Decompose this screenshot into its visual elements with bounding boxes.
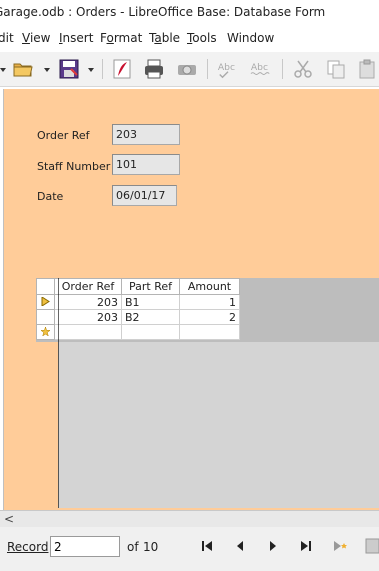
- cell-order-ref-new[interactable]: [54, 324, 122, 340]
- print-icon[interactable]: [143, 58, 165, 80]
- grid-left-margin: [36, 342, 58, 508]
- menu-window[interactable]: Window: [227, 31, 274, 45]
- toolbar-separator: [102, 59, 103, 79]
- previous-record-button[interactable]: [232, 538, 248, 554]
- column-header-part-ref[interactable]: Part Ref: [121, 278, 180, 295]
- new-dropdown-arrow-icon[interactable]: [0, 68, 6, 72]
- previous-record-icon: [237, 541, 243, 551]
- record-total: 10: [143, 540, 159, 554]
- grid-empty-area: [58, 342, 379, 508]
- grid-table: Order Ref Part Ref Amount 203 B1 1 203 B…: [36, 278, 240, 340]
- save-dropdown-arrow-icon[interactable]: [88, 68, 94, 72]
- toolbar-separator: [207, 59, 208, 79]
- staff-number-field[interactable]: [112, 154, 180, 175]
- cell-order-ref[interactable]: 203: [54, 294, 122, 310]
- record-number-input[interactable]: [50, 536, 120, 557]
- horizontal-scrollbar[interactable]: <: [0, 510, 379, 527]
- grid-header-row: Order Ref Part Ref Amount: [36, 278, 240, 295]
- grid-corner: [36, 278, 55, 295]
- cell-part-ref[interactable]: B1: [121, 294, 180, 310]
- date-field[interactable]: [112, 185, 177, 206]
- record-label: Record: [7, 540, 49, 554]
- menu-table[interactable]: Table: [149, 31, 180, 45]
- paste-icon[interactable]: [357, 58, 379, 80]
- spellcheck-icon[interactable]: Abc: [217, 58, 239, 80]
- menu-bar: dit View Insert Format Table Tools Windo…: [0, 28, 379, 50]
- scroll-left-arrow-icon[interactable]: <: [4, 512, 14, 526]
- toolbar-separator: [282, 59, 283, 79]
- menu-format[interactable]: Format: [100, 31, 142, 45]
- staff-number-label: Staff Number: [37, 160, 111, 173]
- new-record-button[interactable]: [332, 538, 348, 554]
- record-navigation-bar: Record of 10: [0, 527, 379, 571]
- cut-icon[interactable]: [292, 58, 314, 80]
- cell-part-ref-new[interactable]: [121, 324, 180, 340]
- first-record-button[interactable]: [199, 538, 215, 554]
- cell-part-ref[interactable]: B2: [121, 309, 180, 325]
- of-label: of: [127, 540, 139, 554]
- current-row-indicator[interactable]: [36, 294, 55, 310]
- menu-edit[interactable]: dit: [0, 31, 14, 45]
- subform-table-grid[interactable]: Order Ref Part Ref Amount 203 B1 1 203 B…: [36, 278, 379, 508]
- svg-text:Abc: Abc: [218, 62, 235, 73]
- column-header-amount[interactable]: Amount: [179, 278, 240, 295]
- order-ref-field[interactable]: [112, 124, 180, 145]
- save-icon[interactable]: [58, 58, 80, 80]
- first-record-icon: [202, 541, 212, 551]
- next-record-icon: [270, 541, 276, 551]
- new-record-row[interactable]: [36, 324, 240, 340]
- title-bar: Garage.odb : Orders - LibreOffice Base: …: [0, 0, 379, 26]
- grid-divider: [58, 278, 59, 508]
- save-record-icon: [365, 538, 379, 554]
- export-pdf-icon[interactable]: [111, 58, 133, 80]
- new-record-indicator[interactable]: [36, 324, 55, 340]
- copy-icon[interactable]: [325, 58, 347, 80]
- print-preview-icon[interactable]: [176, 58, 198, 80]
- svg-text:Abc: Abc: [251, 62, 268, 73]
- menu-view[interactable]: View: [22, 31, 50, 45]
- last-record-icon: [301, 541, 311, 551]
- window-title: Garage.odb : Orders - LibreOffice Base: …: [0, 5, 326, 19]
- last-record-button[interactable]: [298, 538, 314, 554]
- save-record-button[interactable]: [365, 538, 379, 554]
- table-row[interactable]: 203 B2 2: [36, 309, 240, 325]
- column-header-order-ref[interactable]: Order Ref: [54, 278, 122, 295]
- cell-order-ref[interactable]: 203: [54, 309, 122, 325]
- next-record-button[interactable]: [265, 538, 281, 554]
- menu-insert[interactable]: Insert: [59, 31, 93, 45]
- new-record-icon: [334, 541, 347, 551]
- cell-amount[interactable]: 2: [179, 309, 240, 325]
- current-record-arrow-icon: [41, 295, 50, 307]
- cell-amount-new[interactable]: [179, 324, 240, 340]
- open-dropdown-arrow-icon[interactable]: [44, 68, 50, 72]
- autospellcheck-icon[interactable]: Abc: [250, 58, 272, 80]
- new-record-star-icon: [40, 325, 51, 337]
- cell-amount[interactable]: 1: [179, 294, 240, 310]
- menu-tools[interactable]: Tools: [187, 31, 217, 45]
- standard-toolbar: Abc Abc: [0, 52, 379, 87]
- order-ref-label: Order Ref: [37, 129, 90, 142]
- row-header[interactable]: [36, 309, 55, 325]
- date-label: Date: [37, 190, 64, 203]
- table-row[interactable]: 203 B1 1: [36, 294, 240, 310]
- open-folder-icon[interactable]: [12, 58, 34, 80]
